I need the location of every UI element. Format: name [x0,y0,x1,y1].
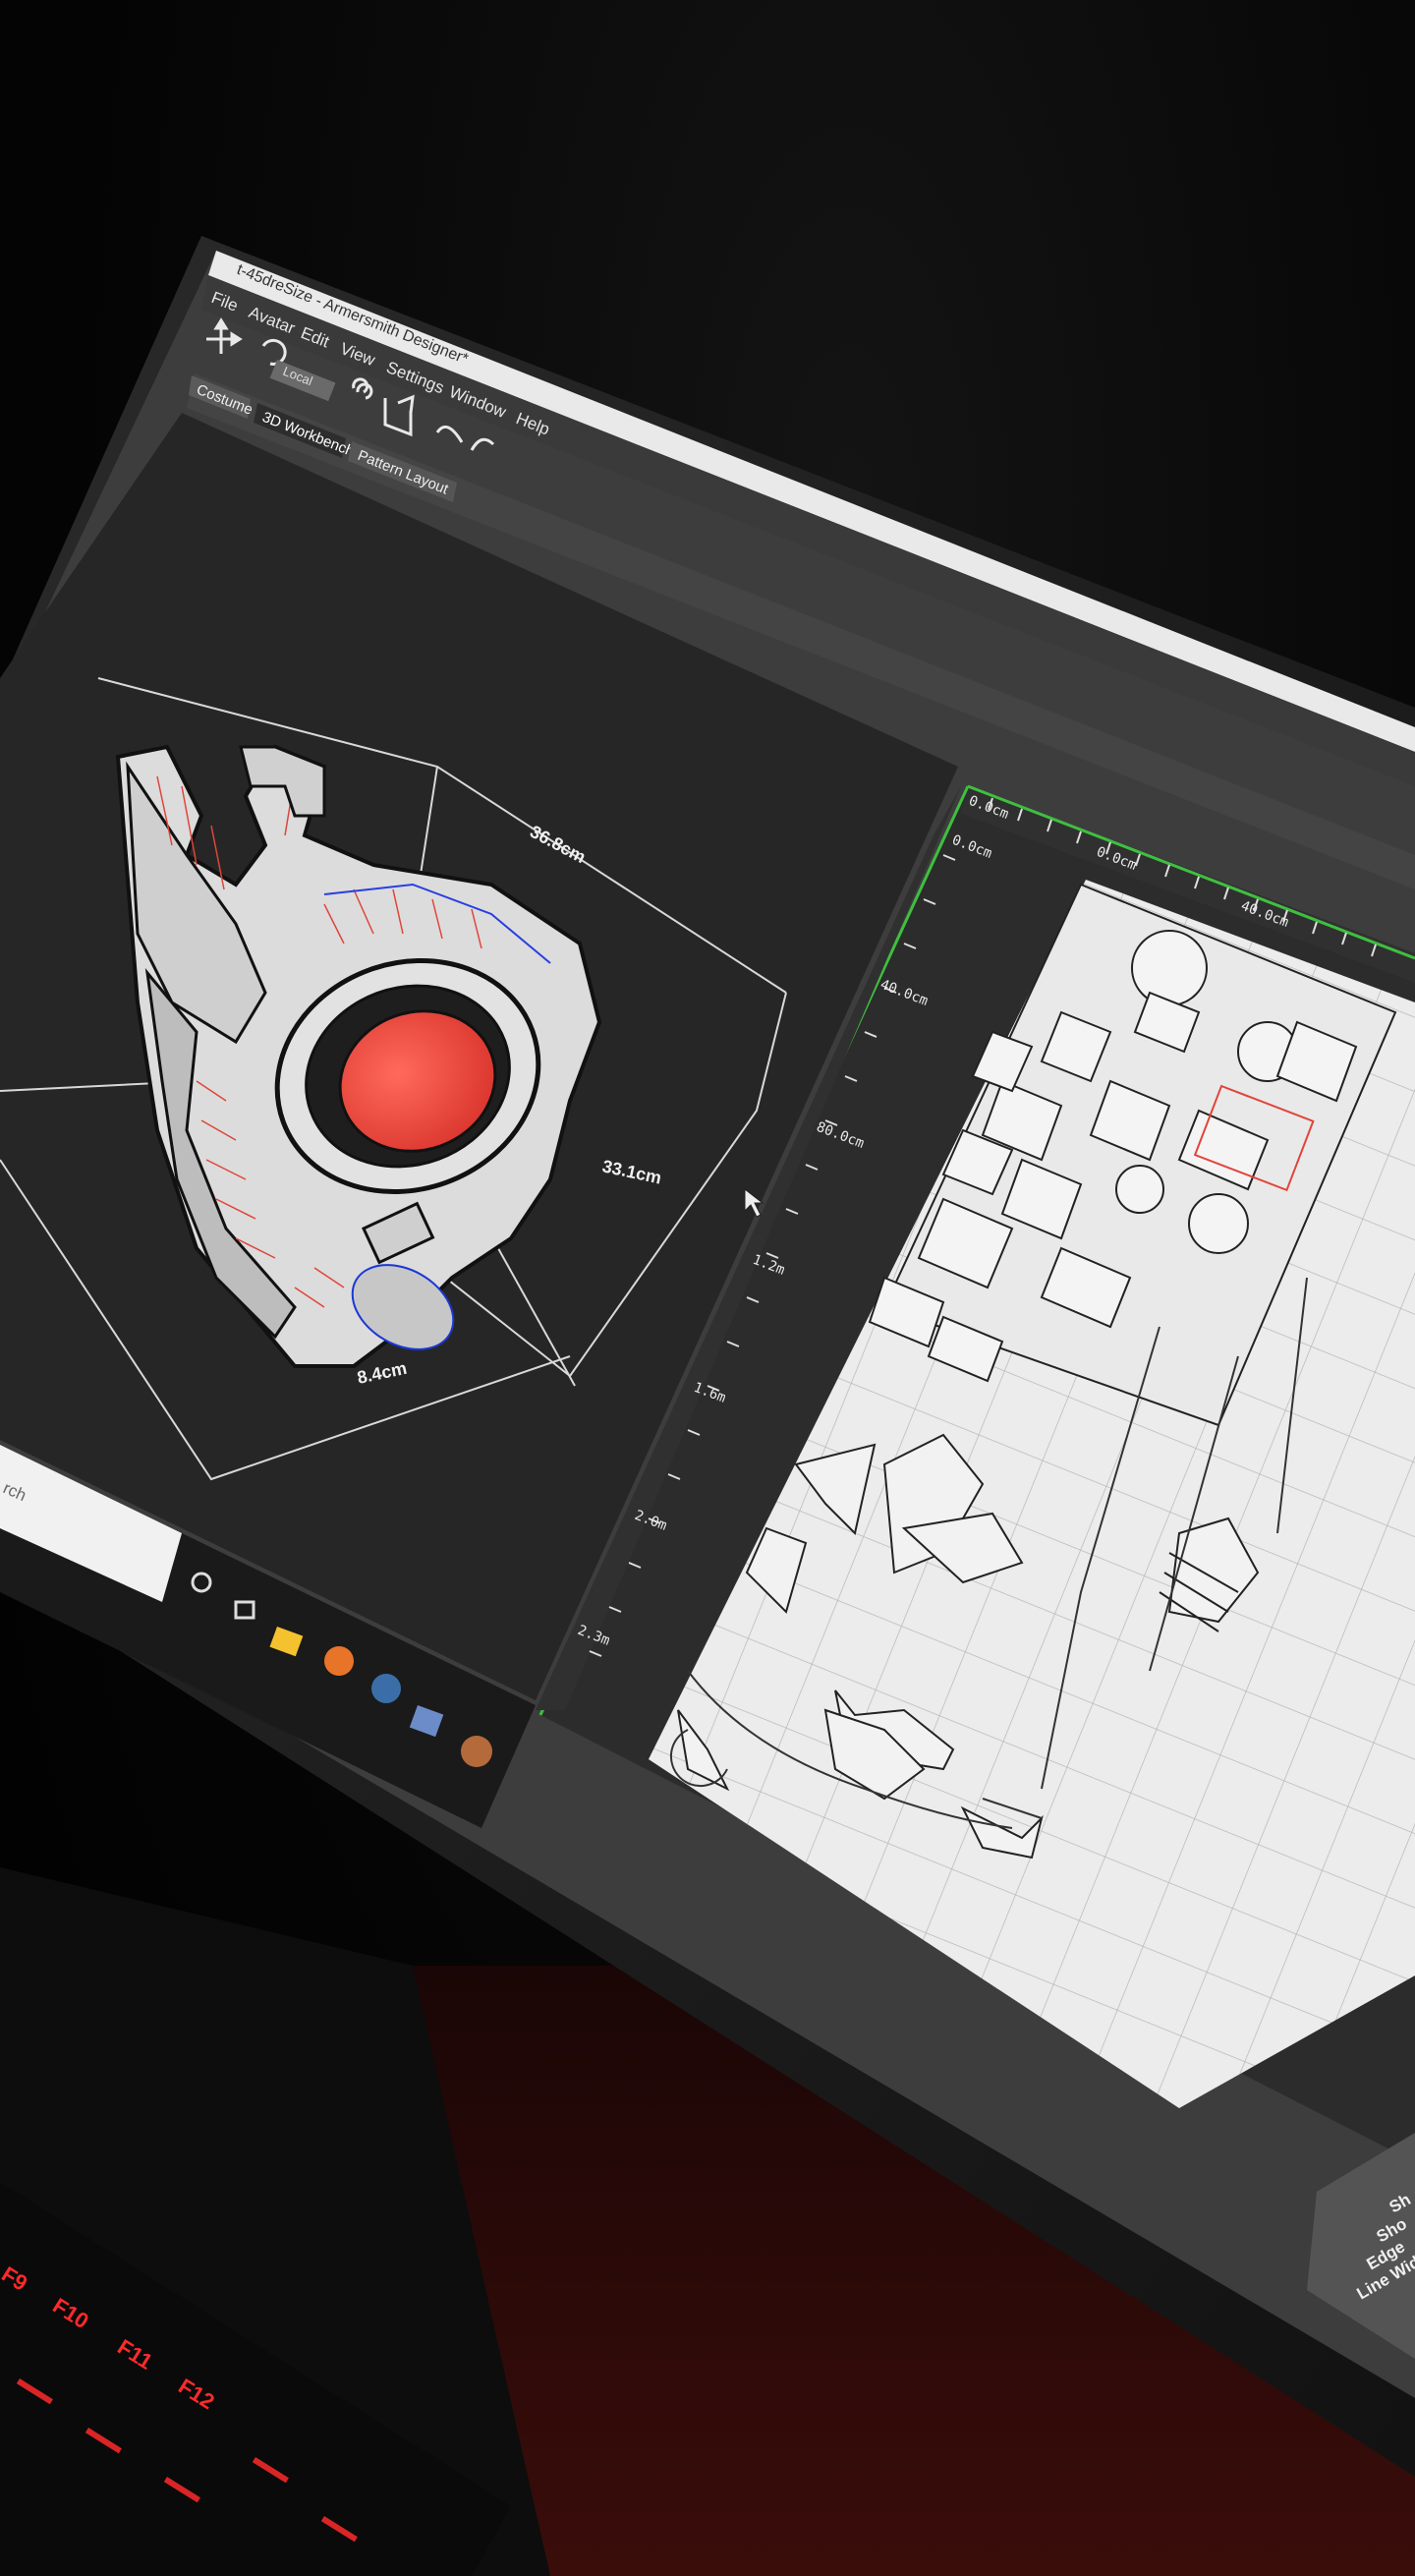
steam-icon[interactable] [371,1674,401,1703]
firefox-icon[interactable] [324,1646,354,1676]
photo-scene: t-45dreSize - Armersmith Designer* File … [0,236,1415,2576]
armorsmith-icon[interactable] [461,1736,492,1767]
